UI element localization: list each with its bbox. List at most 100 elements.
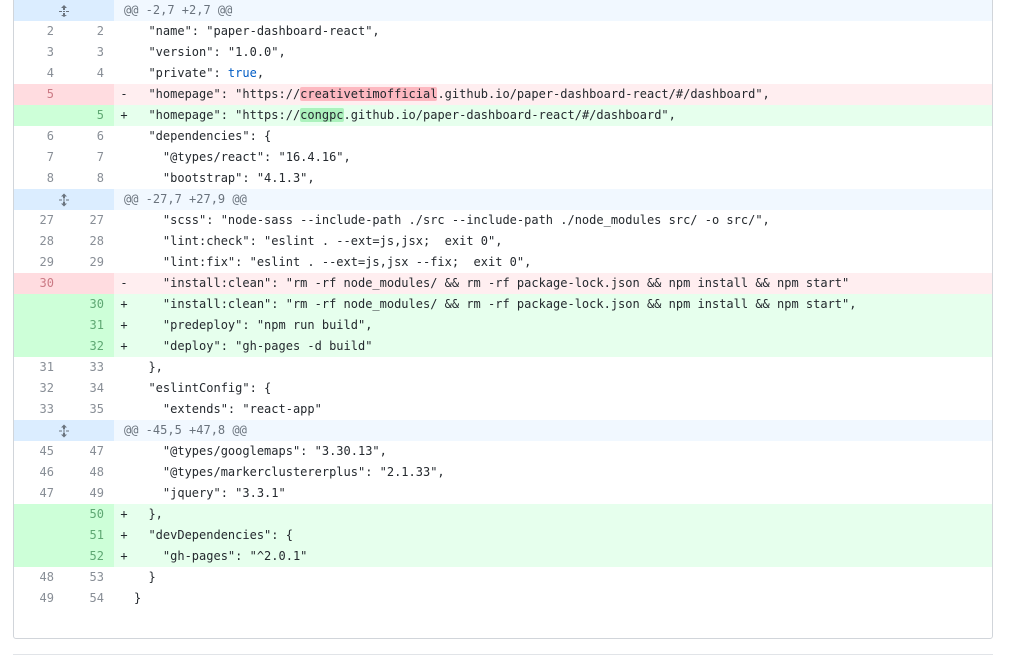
old-line-number[interactable]: 33: [14, 399, 64, 420]
old-line-number[interactable]: 3: [14, 42, 64, 63]
new-line-number[interactable]: 35: [64, 399, 114, 420]
new-line-number[interactable]: 4: [64, 63, 114, 84]
context-line: 33 35 "extends": "react-app": [14, 399, 992, 420]
old-line-number[interactable]: [14, 315, 64, 336]
old-line-number[interactable]: 2: [14, 21, 64, 42]
diff-marker: +: [114, 336, 134, 357]
hunk-range: @@ -45,5 +47,8 @@: [114, 420, 992, 441]
context-line: 44 "private": true,: [14, 63, 992, 84]
code-line: },: [134, 360, 163, 374]
diff-marker: +: [114, 504, 134, 525]
code-line: "@types/markerclustererplus": "2.1.33",: [134, 465, 445, 479]
diff-marker: [114, 252, 134, 273]
diff-marker: +: [114, 315, 134, 336]
diff-marker: [114, 210, 134, 231]
new-line-number[interactable]: 8: [64, 168, 114, 189]
old-line-number[interactable]: 47: [14, 483, 64, 504]
code-text: "homepage": "https://: [134, 87, 301, 101]
code-text: "homepage": "https://: [134, 108, 301, 122]
new-line-number[interactable]: 49: [64, 483, 114, 504]
diff-marker: -: [114, 273, 134, 294]
old-line-number[interactable]: 30: [14, 273, 64, 294]
old-line-number[interactable]: 29: [14, 252, 64, 273]
deleted-line: 5 - "homepage": "https://creativetimoffic…: [14, 84, 992, 105]
code-line: "install:clean": "rm -rf node_modules/ &…: [134, 294, 992, 315]
diff-marker: [114, 567, 134, 588]
old-line-number[interactable]: 7: [14, 147, 64, 168]
old-line-number[interactable]: 4: [14, 63, 64, 84]
code-line: "@types/googlemaps": "3.30.13",: [134, 444, 387, 458]
old-line-number[interactable]: [14, 504, 64, 525]
code-line: "gh-pages": "^2.0.1": [134, 546, 992, 567]
context-line: 77 "@types/react": "16.4.16",: [14, 147, 992, 168]
new-line-number[interactable]: 48: [64, 462, 114, 483]
diff-marker: [114, 42, 134, 63]
new-line-number[interactable]: 47: [64, 441, 114, 462]
new-line-number[interactable]: 31: [64, 315, 114, 336]
old-line-number[interactable]: 8: [14, 168, 64, 189]
code-line: "name": "paper-dashboard-react",: [134, 24, 380, 38]
unfold-icon: [57, 192, 71, 206]
hunk-header: @@ -45,5 +47,8 @@: [14, 420, 992, 441]
new-line-number[interactable]: 53: [64, 567, 114, 588]
new-line-number[interactable]: 50: [64, 504, 114, 525]
context-line: 29 29 "lint:fix": "eslint . --ext=js,jsx …: [14, 252, 992, 273]
new-line-number[interactable]: 54: [64, 588, 114, 609]
new-line-number[interactable]: 7: [64, 147, 114, 168]
new-line-number[interactable]: [64, 84, 114, 105]
new-line-number[interactable]: 5: [64, 105, 114, 126]
new-line-number[interactable]: 27: [64, 210, 114, 231]
old-line-number[interactable]: [14, 336, 64, 357]
context-line: 48 53 }: [14, 567, 992, 588]
old-line-number[interactable]: [14, 525, 64, 546]
old-line-number[interactable]: 31: [14, 357, 64, 378]
old-line-number[interactable]: 49: [14, 588, 64, 609]
context-line: 49 54 }: [14, 588, 992, 609]
expand-lines-button[interactable]: [14, 0, 114, 21]
old-line-number[interactable]: 46: [14, 462, 64, 483]
diff-marker: [114, 63, 134, 84]
new-line-number[interactable]: 32: [64, 336, 114, 357]
added-line: 5 + "homepage": "https://congpc.github.io…: [14, 105, 992, 126]
old-line-number[interactable]: [14, 294, 64, 315]
new-line-number[interactable]: 3: [64, 42, 114, 63]
diff-marker: +: [114, 105, 134, 126]
expand-lines-button[interactable]: [14, 189, 114, 210]
old-line-number[interactable]: [14, 546, 64, 567]
code-text: .github.io/paper-dashboard-react/#/dashb…: [437, 87, 770, 101]
code-line: "@types/react": "16.4.16",: [134, 150, 351, 164]
context-line: 66 "dependencies": {: [14, 126, 992, 147]
new-line-number[interactable]: 30: [64, 294, 114, 315]
diff-marker: [114, 378, 134, 399]
new-line-number[interactable]: 2: [64, 21, 114, 42]
old-line-number[interactable]: [14, 105, 64, 126]
old-line-number[interactable]: 48: [14, 567, 64, 588]
expand-lines-button[interactable]: [14, 420, 114, 441]
new-line-number[interactable]: 6: [64, 126, 114, 147]
new-line-number[interactable]: 28: [64, 231, 114, 252]
diff-marker: [114, 483, 134, 504]
old-line-number[interactable]: 5: [14, 84, 64, 105]
diff-file: @@ -2,7 +2,7 @@ 2 2 "name": "paper-dashboa…: [13, 0, 993, 639]
diff-marker: +: [114, 546, 134, 567]
new-line-number[interactable]: 51: [64, 525, 114, 546]
old-line-number[interactable]: 45: [14, 441, 64, 462]
code-text: .github.io/paper-dashboard-react/#/dashb…: [343, 108, 676, 122]
old-line-number[interactable]: 6: [14, 126, 64, 147]
context-line: 31 33 },: [14, 357, 992, 378]
new-line-number[interactable]: 52: [64, 546, 114, 567]
diff-marker: [114, 357, 134, 378]
new-line-number[interactable]: 29: [64, 252, 114, 273]
hunk-range: @@ -2,7 +2,7 @@: [114, 0, 992, 21]
old-line-number[interactable]: 32: [14, 378, 64, 399]
old-line-number[interactable]: 27: [14, 210, 64, 231]
code-text: "private":: [134, 66, 228, 80]
code-line: "private": true,: [134, 63, 992, 84]
new-line-number[interactable]: 34: [64, 378, 114, 399]
new-line-number[interactable]: 33: [64, 357, 114, 378]
added-line: 50 + },: [14, 504, 992, 525]
code-line: "jquery": "3.3.1": [134, 486, 286, 500]
diff-marker: +: [114, 294, 134, 315]
old-line-number[interactable]: 28: [14, 231, 64, 252]
new-line-number[interactable]: [64, 273, 114, 294]
